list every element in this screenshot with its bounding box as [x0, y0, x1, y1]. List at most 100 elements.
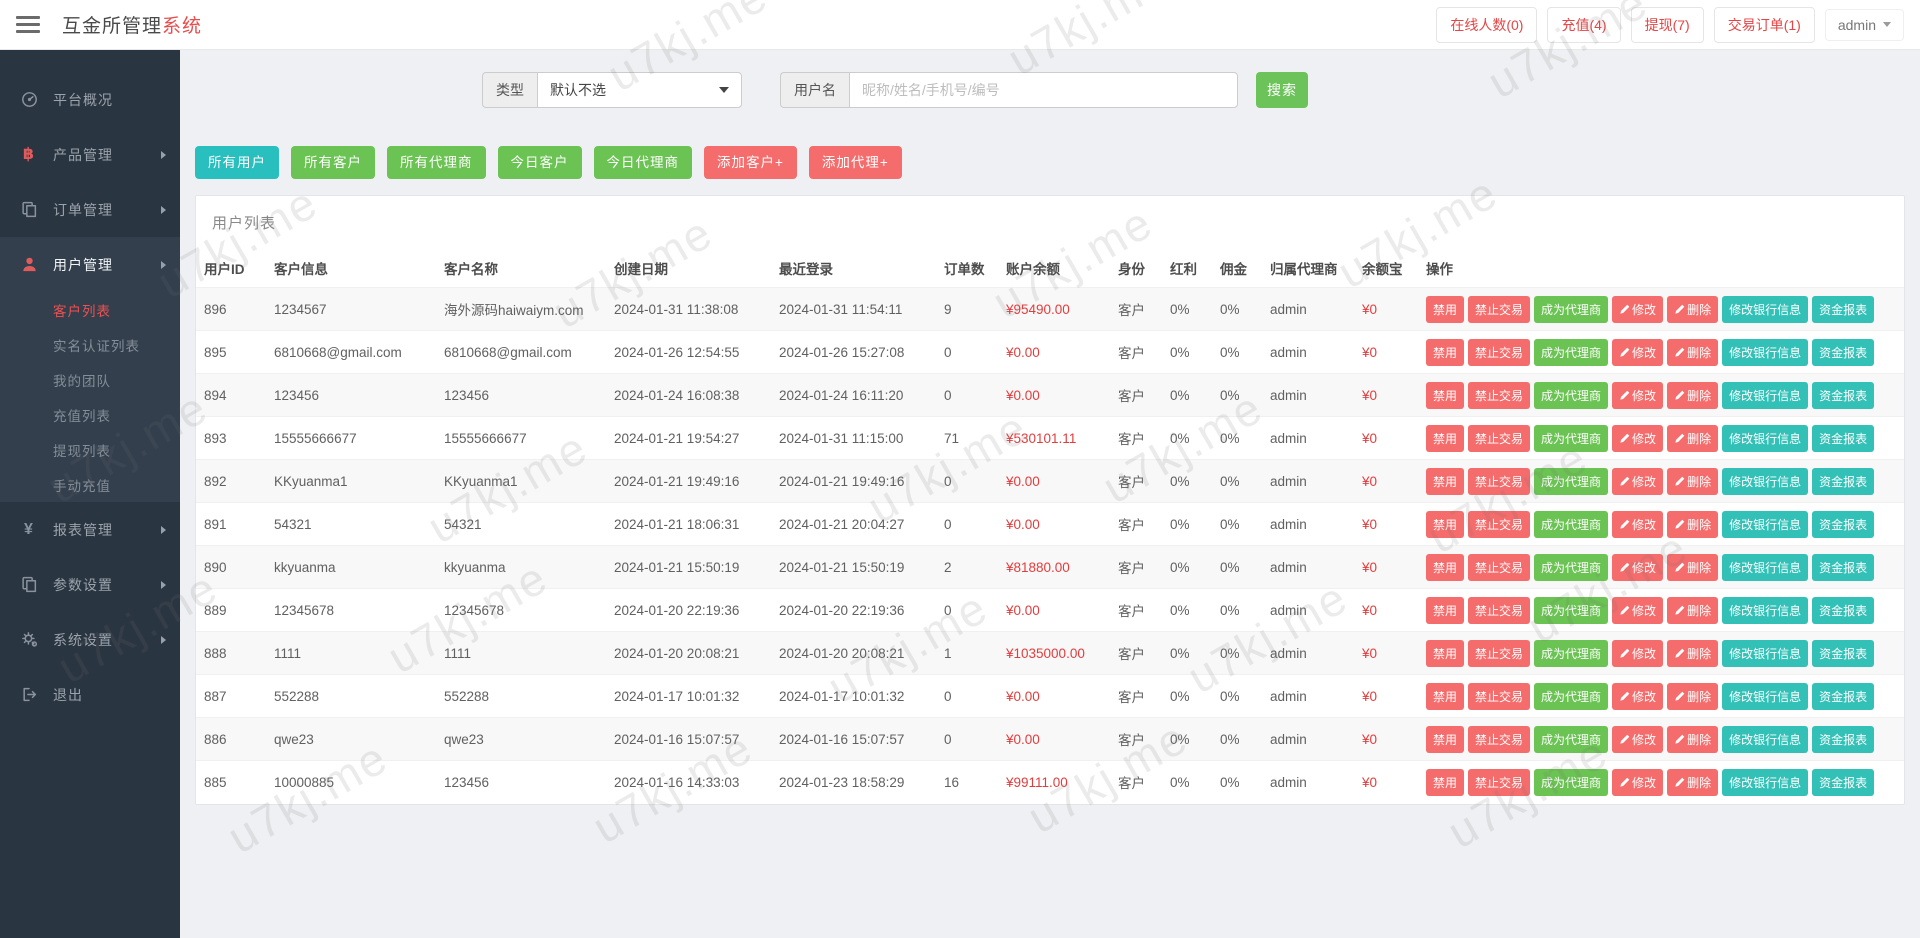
- forbid-trade-button[interactable]: 禁止交易: [1468, 295, 1531, 323]
- make-agent-button[interactable]: 成为代理商: [1534, 338, 1609, 366]
- fund-report-button[interactable]: 资金报表: [1812, 424, 1875, 452]
- edit-button[interactable]: 修改: [1612, 553, 1664, 581]
- disable-button[interactable]: 禁用: [1426, 768, 1465, 796]
- disable-button[interactable]: 禁用: [1426, 639, 1465, 667]
- delete-button[interactable]: 删除: [1667, 381, 1719, 409]
- trade-orders-badge[interactable]: 交易订单(1): [1713, 6, 1815, 43]
- sidebar-subitem-3-3[interactable]: 充值列表: [0, 397, 180, 432]
- edit-bank-button[interactable]: 修改银行信息: [1722, 596, 1809, 624]
- delete-button[interactable]: 删除: [1667, 725, 1719, 753]
- disable-button[interactable]: 禁用: [1426, 553, 1465, 581]
- fund-report-button[interactable]: 资金报表: [1812, 381, 1875, 409]
- today-customers-button[interactable]: 今日客户: [497, 146, 582, 179]
- sidebar-subitem-3-5[interactable]: 手动充值: [0, 467, 180, 502]
- edit-bank-button[interactable]: 修改银行信息: [1722, 295, 1809, 323]
- edit-bank-button[interactable]: 修改银行信息: [1722, 725, 1809, 753]
- fund-report-button[interactable]: 资金报表: [1812, 338, 1875, 366]
- delete-button[interactable]: 删除: [1667, 510, 1719, 538]
- delete-button[interactable]: 删除: [1667, 768, 1719, 796]
- make-agent-button[interactable]: 成为代理商: [1534, 725, 1609, 753]
- sidebar-item-0[interactable]: 平台概况: [0, 72, 180, 127]
- fund-report-button[interactable]: 资金报表: [1812, 295, 1875, 323]
- make-agent-button[interactable]: 成为代理商: [1534, 510, 1609, 538]
- forbid-trade-button[interactable]: 禁止交易: [1468, 639, 1531, 667]
- disable-button[interactable]: 禁用: [1426, 682, 1465, 710]
- type-select[interactable]: 默认不选: [537, 72, 742, 108]
- delete-button[interactable]: 删除: [1667, 639, 1719, 667]
- fund-report-button[interactable]: 资金报表: [1812, 725, 1875, 753]
- delete-button[interactable]: 删除: [1667, 682, 1719, 710]
- edit-bank-button[interactable]: 修改银行信息: [1722, 381, 1809, 409]
- edit-button[interactable]: 修改: [1612, 467, 1664, 495]
- sidebar-item-3[interactable]: 用户管理: [0, 237, 180, 292]
- online-users-badge[interactable]: 在线人数(0): [1436, 6, 1538, 43]
- edit-button[interactable]: 修改: [1612, 295, 1664, 323]
- delete-button[interactable]: 删除: [1667, 295, 1719, 323]
- fund-report-button[interactable]: 资金报表: [1812, 768, 1875, 796]
- make-agent-button[interactable]: 成为代理商: [1534, 381, 1609, 409]
- forbid-trade-button[interactable]: 禁止交易: [1468, 424, 1531, 452]
- disable-button[interactable]: 禁用: [1426, 725, 1465, 753]
- disable-button[interactable]: 禁用: [1426, 295, 1465, 323]
- make-agent-button[interactable]: 成为代理商: [1534, 467, 1609, 495]
- edit-button[interactable]: 修改: [1612, 596, 1664, 624]
- disable-button[interactable]: 禁用: [1426, 381, 1465, 409]
- user-menu[interactable]: admin: [1824, 8, 1904, 41]
- disable-button[interactable]: 禁用: [1426, 596, 1465, 624]
- username-input[interactable]: [849, 72, 1238, 108]
- sidebar-subitem-3-0[interactable]: 客户列表: [0, 292, 180, 327]
- search-button[interactable]: 搜索: [1256, 72, 1308, 108]
- edit-button[interactable]: 修改: [1612, 725, 1664, 753]
- forbid-trade-button[interactable]: 禁止交易: [1468, 768, 1531, 796]
- edit-button[interactable]: 修改: [1612, 381, 1664, 409]
- sidebar-item-4[interactable]: ¥ 报表管理: [0, 502, 180, 557]
- menu-toggle-icon[interactable]: [16, 12, 40, 37]
- add-agent-button[interactable]: 添加代理+: [808, 146, 902, 179]
- forbid-trade-button[interactable]: 禁止交易: [1468, 338, 1531, 366]
- make-agent-button[interactable]: 成为代理商: [1534, 295, 1609, 323]
- edit-button[interactable]: 修改: [1612, 768, 1664, 796]
- make-agent-button[interactable]: 成为代理商: [1534, 424, 1609, 452]
- withdraw-badge[interactable]: 提现(7): [1630, 6, 1704, 43]
- edit-bank-button[interactable]: 修改银行信息: [1722, 639, 1809, 667]
- edit-bank-button[interactable]: 修改银行信息: [1722, 682, 1809, 710]
- disable-button[interactable]: 禁用: [1426, 338, 1465, 366]
- all-agents-button[interactable]: 所有代理商: [387, 146, 486, 179]
- fund-report-button[interactable]: 资金报表: [1812, 682, 1875, 710]
- forbid-trade-button[interactable]: 禁止交易: [1468, 510, 1531, 538]
- recharge-badge[interactable]: 充值(4): [1547, 6, 1621, 43]
- delete-button[interactable]: 删除: [1667, 553, 1719, 581]
- disable-button[interactable]: 禁用: [1426, 510, 1465, 538]
- edit-button[interactable]: 修改: [1612, 510, 1664, 538]
- edit-button[interactable]: 修改: [1612, 424, 1664, 452]
- sidebar-item-2[interactable]: 订单管理: [0, 182, 180, 237]
- fund-report-button[interactable]: 资金报表: [1812, 467, 1875, 495]
- add-customer-button[interactable]: 添加客户+: [704, 146, 797, 179]
- forbid-trade-button[interactable]: 禁止交易: [1468, 467, 1531, 495]
- forbid-trade-button[interactable]: 禁止交易: [1468, 553, 1531, 581]
- edit-bank-button[interactable]: 修改银行信息: [1722, 510, 1809, 538]
- all-customers-button[interactable]: 所有客户: [291, 146, 375, 179]
- forbid-trade-button[interactable]: 禁止交易: [1468, 682, 1531, 710]
- forbid-trade-button[interactable]: 禁止交易: [1468, 381, 1531, 409]
- fund-report-button[interactable]: 资金报表: [1812, 510, 1875, 538]
- forbid-trade-button[interactable]: 禁止交易: [1468, 725, 1531, 753]
- delete-button[interactable]: 删除: [1667, 424, 1719, 452]
- delete-button[interactable]: 删除: [1667, 467, 1719, 495]
- make-agent-button[interactable]: 成为代理商: [1534, 639, 1609, 667]
- sidebar-item-6[interactable]: 系统设置: [0, 612, 180, 667]
- sidebar-item-5[interactable]: 参数设置: [0, 557, 180, 612]
- edit-button[interactable]: 修改: [1612, 682, 1664, 710]
- sidebar-item-1[interactable]: ฿ 产品管理: [0, 127, 180, 182]
- fund-report-button[interactable]: 资金报表: [1812, 553, 1875, 581]
- disable-button[interactable]: 禁用: [1426, 424, 1465, 452]
- edit-bank-button[interactable]: 修改银行信息: [1722, 424, 1809, 452]
- disable-button[interactable]: 禁用: [1426, 467, 1465, 495]
- make-agent-button[interactable]: 成为代理商: [1534, 553, 1609, 581]
- all-users-button[interactable]: 所有用户: [195, 146, 279, 179]
- make-agent-button[interactable]: 成为代理商: [1534, 682, 1609, 710]
- sidebar-subitem-3-2[interactable]: 我的团队: [0, 362, 180, 397]
- fund-report-button[interactable]: 资金报表: [1812, 596, 1875, 624]
- today-agents-button[interactable]: 今日代理商: [593, 146, 692, 179]
- make-agent-button[interactable]: 成为代理商: [1534, 596, 1609, 624]
